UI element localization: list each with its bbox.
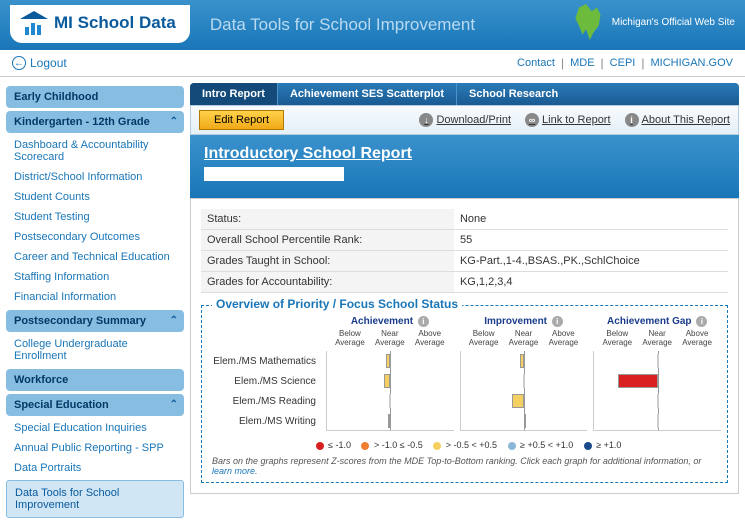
header-subtitle: Data Tools for School Improvement [210, 15, 475, 35]
info-icon: i [625, 113, 639, 127]
sidebar-item[interactable]: Career and Technical Education [6, 247, 184, 267]
info-icon: i [696, 316, 707, 327]
table-row: Grades for Accountability:KG,1,2,3,4 [201, 272, 728, 293]
about-link[interactable]: iAbout This Report [625, 113, 730, 127]
sidebar-item-active[interactable]: Data Tools for School Improvement [6, 480, 184, 518]
sidebar-section-k12[interactable]: Kindergarten - 12th Grade⌃ [6, 111, 184, 133]
learn-more-link[interactable]: learn more [212, 466, 255, 476]
table-row: Status:None [201, 209, 728, 230]
chart-improvement[interactable]: Improvement iBelow AverageNear AverageAb… [460, 316, 588, 432]
sidebar-item[interactable]: Student Counts [6, 187, 184, 207]
chart-note: Bars on the graphs represent Z-scores fr… [208, 454, 721, 478]
report-title: Introductory School Report [204, 145, 725, 163]
logo[interactable]: MI School Data [10, 5, 190, 43]
tab-research[interactable]: School Research [456, 83, 570, 105]
report-header: Introductory School Report [190, 135, 739, 198]
report-content: Status:None Overall School Percentile Ra… [190, 198, 739, 494]
info-icon: i [552, 316, 563, 327]
logout-arrow-icon: ← [12, 56, 26, 70]
sidebar: Early Childhood Kindergarten - 12th Grad… [6, 83, 184, 518]
chart-gap[interactable]: Achievement Gap iBelow AverageNear Avera… [593, 316, 721, 432]
top-link-mde[interactable]: MDE [570, 57, 594, 69]
sidebar-item[interactable]: Postsecondary Outcomes [6, 227, 184, 247]
chart-row-labels: Elem./MS Mathematics Elem./MS Science El… [208, 316, 320, 432]
school-name-redacted [204, 167, 344, 181]
color-legend: ≤ -1.0 > -1.0 ≤ -0.5 > -0.5 < +0.5 ≥ +0.… [208, 440, 721, 450]
tab-scatter[interactable]: Achievement SES Scatterplot [277, 83, 456, 105]
chevron-up-icon: ⌃ [170, 116, 178, 127]
sidebar-item[interactable]: College Undergraduate Enrollment [6, 334, 184, 366]
state-badge[interactable]: Michigan's Official Web Site [572, 4, 735, 40]
link-icon: ∞ [525, 113, 539, 127]
sidebar-item[interactable]: Data Portraits [6, 458, 184, 478]
table-row: Grades Taught in School:KG-Part.,1-4.,BS… [201, 251, 728, 272]
top-links: Contact| MDE| CEPI| MICHIGAN.GOV [517, 56, 733, 70]
sidebar-section-workforce[interactable]: Workforce [6, 369, 184, 391]
chevron-up-icon: ⌃ [170, 399, 178, 410]
overview-fieldset: Overview of Priority / Focus School Stat… [201, 305, 728, 483]
house-bars-icon [20, 11, 48, 35]
app-header: MI School Data Data Tools for School Imp… [0, 0, 745, 50]
top-link-cepi[interactable]: CEPI [610, 57, 636, 69]
sidebar-item[interactable]: Staffing Information [6, 267, 184, 287]
chart-achievement[interactable]: Achievement iBelow AverageNear AverageAb… [326, 316, 454, 432]
download-icon: ↓ [419, 113, 433, 127]
info-icon: i [418, 316, 429, 327]
sidebar-item[interactable]: Annual Public Reporting - SPP [6, 438, 184, 458]
edit-report-button[interactable]: Edit Report [199, 110, 284, 130]
toolbar: Edit Report ↓Download/Print ∞Link to Rep… [190, 105, 739, 135]
link-to-report[interactable]: ∞Link to Report [525, 113, 610, 127]
top-link-michigan[interactable]: MICHIGAN.GOV [650, 57, 733, 69]
sidebar-item[interactable]: Student Testing [6, 207, 184, 227]
sidebar-item[interactable]: Dashboard & Accountability Scorecard [6, 135, 184, 167]
sidebar-section-postsecondary[interactable]: Postsecondary Summary⌃ [6, 310, 184, 332]
michigan-icon [572, 4, 608, 40]
table-row: Overall School Percentile Rank:55 [201, 230, 728, 251]
state-badge-text: Michigan's Official Web Site [612, 17, 735, 28]
sidebar-section-early[interactable]: Early Childhood [6, 86, 184, 108]
main-panel: Intro Report Achievement SES Scatterplot… [190, 83, 739, 518]
chevron-up-icon: ⌃ [170, 315, 178, 326]
tab-intro[interactable]: Intro Report [190, 83, 277, 105]
topbar: ← Logout Contact| MDE| CEPI| MICHIGAN.GO… [0, 50, 745, 77]
top-link-contact[interactable]: Contact [517, 57, 555, 69]
sidebar-section-specialed[interactable]: Special Education⌃ [6, 394, 184, 416]
sidebar-item[interactable]: Financial Information [6, 287, 184, 307]
logout-label: Logout [30, 56, 67, 70]
tab-bar: Intro Report Achievement SES Scatterplot… [190, 83, 739, 105]
overview-title: Overview of Priority / Focus School Stat… [212, 297, 462, 311]
sidebar-item[interactable]: Special Education Inquiries [6, 418, 184, 438]
download-link[interactable]: ↓Download/Print [419, 113, 511, 127]
logout-link[interactable]: ← Logout [12, 56, 67, 70]
sidebar-item[interactable]: District/School Information [6, 167, 184, 187]
logo-text: MI School Data [54, 13, 176, 33]
info-table: Status:None Overall School Percentile Ra… [201, 209, 728, 293]
